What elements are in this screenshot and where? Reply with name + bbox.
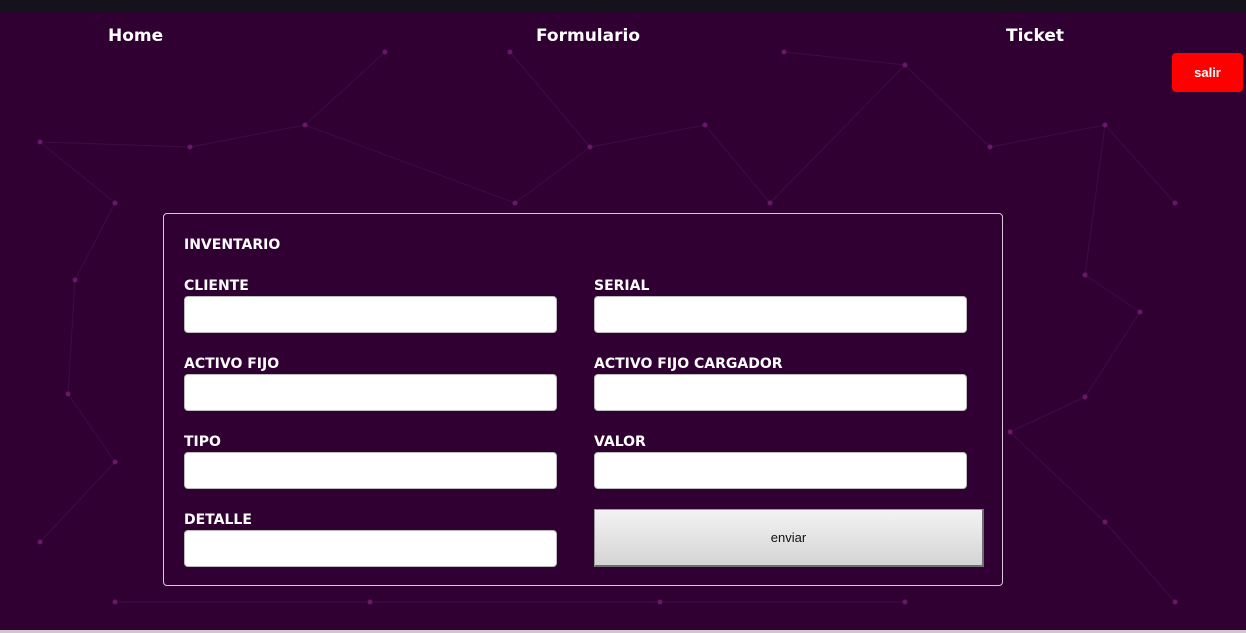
nav-home-link[interactable]: Home <box>108 24 163 48</box>
detalle-input[interactable] <box>184 530 557 567</box>
nav-ticket-link[interactable]: Ticket <box>1006 24 1064 48</box>
serial-label: SERIAL <box>594 278 650 294</box>
valor-label: VALOR <box>594 434 646 450</box>
activo-fijo-label: ACTIVO FIJO <box>184 356 280 372</box>
activo-fijo-input[interactable] <box>184 374 557 411</box>
cliente-input[interactable] <box>184 296 557 333</box>
serial-input[interactable] <box>594 296 967 333</box>
tipo-input[interactable] <box>184 452 557 489</box>
form-title: INVENTARIO <box>184 237 281 253</box>
cliente-label: CLIENTE <box>184 278 249 294</box>
inventory-form: INVENTARIO CLIENTE SERIAL ACTIVO FIJO AC… <box>163 213 1003 586</box>
detalle-label: DETALLE <box>184 512 252 528</box>
enviar-button[interactable]: enviar <box>594 509 984 567</box>
tipo-label: TIPO <box>184 434 221 450</box>
logout-button[interactable]: salir <box>1172 53 1243 92</box>
valor-input[interactable] <box>594 452 967 489</box>
nav-formulario-link[interactable]: Formulario <box>536 24 640 48</box>
activo-fijo-cargador-label: ACTIVO FIJO CARGADOR <box>594 356 783 372</box>
browser-top-strip <box>0 0 1246 12</box>
main-navigation: Home Formulario Ticket <box>0 24 1246 48</box>
activo-fijo-cargador-input[interactable] <box>594 374 967 411</box>
